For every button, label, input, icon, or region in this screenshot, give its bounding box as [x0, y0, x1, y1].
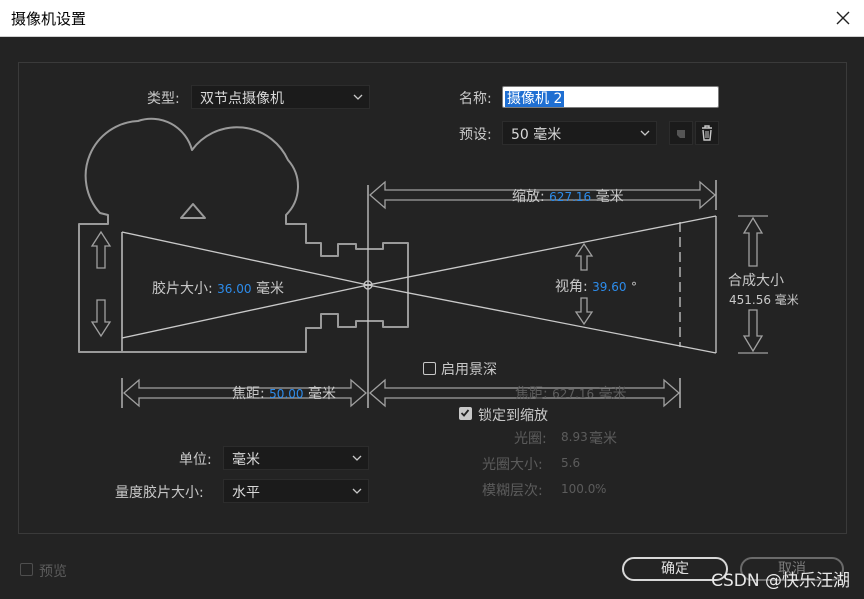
check-icon: [460, 409, 470, 417]
f-stop-label: 光圈大小:: [482, 457, 543, 473]
view-angle-label: 视角:: [555, 279, 588, 295]
film-up-arrow: [90, 230, 112, 269]
zoom-unit: 毫米: [595, 189, 624, 205]
chevron-down-icon: [352, 455, 362, 461]
zoom-readout: 缩放: 627.16 毫米: [512, 186, 624, 206]
type-value: 双节点摄像机: [200, 91, 284, 107]
film-size-unit: 毫米: [255, 281, 284, 297]
focus-distance-label: 焦距:: [515, 386, 548, 402]
film-measure-label: 量度胶片大小:: [115, 485, 204, 501]
blur-level-unit: %: [595, 482, 607, 496]
focal-readout: 焦距: 50.00 毫米: [232, 383, 336, 403]
film-down-arrow: [90, 299, 112, 338]
name-value: 摄像机 2: [505, 91, 565, 107]
f-stop-value: 5.6: [561, 456, 581, 470]
comp-size-value: 451.56 毫米: [729, 293, 799, 307]
camera-triangle: [180, 203, 206, 219]
view-angle-readout: 视角: 39.60 °: [555, 276, 637, 296]
film-size-label: 胶片大小:: [152, 281, 213, 297]
save-preset-button[interactable]: [669, 121, 693, 145]
name-label: 名称:: [459, 91, 492, 107]
view-angle-unit: °: [630, 280, 637, 294]
units-select[interactable]: 毫米: [223, 446, 369, 470]
film-size-value[interactable]: 36.00: [217, 282, 251, 296]
focus-distance-unit: 毫米: [598, 386, 627, 402]
zoom-label: 缩放:: [512, 189, 545, 205]
type-select[interactable]: 双节点摄像机: [191, 85, 370, 109]
save-preset-icon: [677, 130, 685, 138]
comp-down-arrow: [742, 309, 764, 353]
preset-value: 50 毫米: [511, 127, 562, 143]
chevron-down-icon: [640, 130, 650, 136]
camera-body-outline: [78, 117, 409, 353]
chevron-down-icon: [352, 488, 362, 494]
trash-icon: [702, 125, 712, 141]
lock-to-zoom-label: 锁定到缩放: [478, 408, 548, 424]
units-value: 毫米: [232, 452, 260, 468]
focal-label: 焦距:: [232, 386, 265, 402]
delete-preset-button[interactable]: [695, 121, 719, 145]
view-angle-value[interactable]: 39.60: [592, 280, 626, 294]
depth-of-field-label: 启用景深: [441, 362, 497, 378]
blur-level-value: 100.0: [561, 482, 596, 496]
angle-down-arrow: [574, 297, 594, 326]
lock-to-zoom-checkbox[interactable]: [459, 407, 472, 420]
preset-select[interactable]: 50 毫米: [502, 121, 657, 145]
focus-distance-value: 627.16: [552, 387, 595, 401]
depth-of-field-checkbox[interactable]: [423, 362, 436, 375]
angle-up-arrow: [574, 242, 594, 271]
type-label: 类型:: [147, 91, 180, 107]
focus-distance-readout: 焦距: 627.16 毫米: [515, 383, 627, 403]
chevron-down-icon: [353, 94, 363, 100]
film-measure-select[interactable]: 水平: [223, 479, 369, 503]
aperture-label: 光圈:: [514, 431, 547, 447]
view-cone: [367, 215, 717, 354]
units-label: 单位:: [179, 452, 212, 468]
preset-label: 预设:: [459, 127, 492, 143]
aperture-unit: 毫米: [589, 431, 617, 447]
preview-label: 预览: [39, 564, 67, 580]
watermark: CSDN @快乐汪湖: [711, 571, 850, 591]
aperture-value: 8.93: [561, 430, 588, 444]
film-measure-value: 水平: [232, 485, 260, 501]
focal-unit: 毫米: [307, 386, 336, 402]
blur-level-label: 模糊层次:: [482, 483, 543, 499]
name-input[interactable]: 摄像机 2: [502, 86, 719, 108]
focal-value[interactable]: 50.00: [269, 387, 303, 401]
comp-up-arrow: [742, 216, 764, 267]
film-size-readout: 胶片大小: 36.00 毫米: [152, 278, 284, 298]
preview-checkbox[interactable]: [20, 563, 33, 576]
zoom-value[interactable]: 627.16: [549, 190, 591, 204]
comp-size-label: 合成大小: [728, 273, 784, 289]
